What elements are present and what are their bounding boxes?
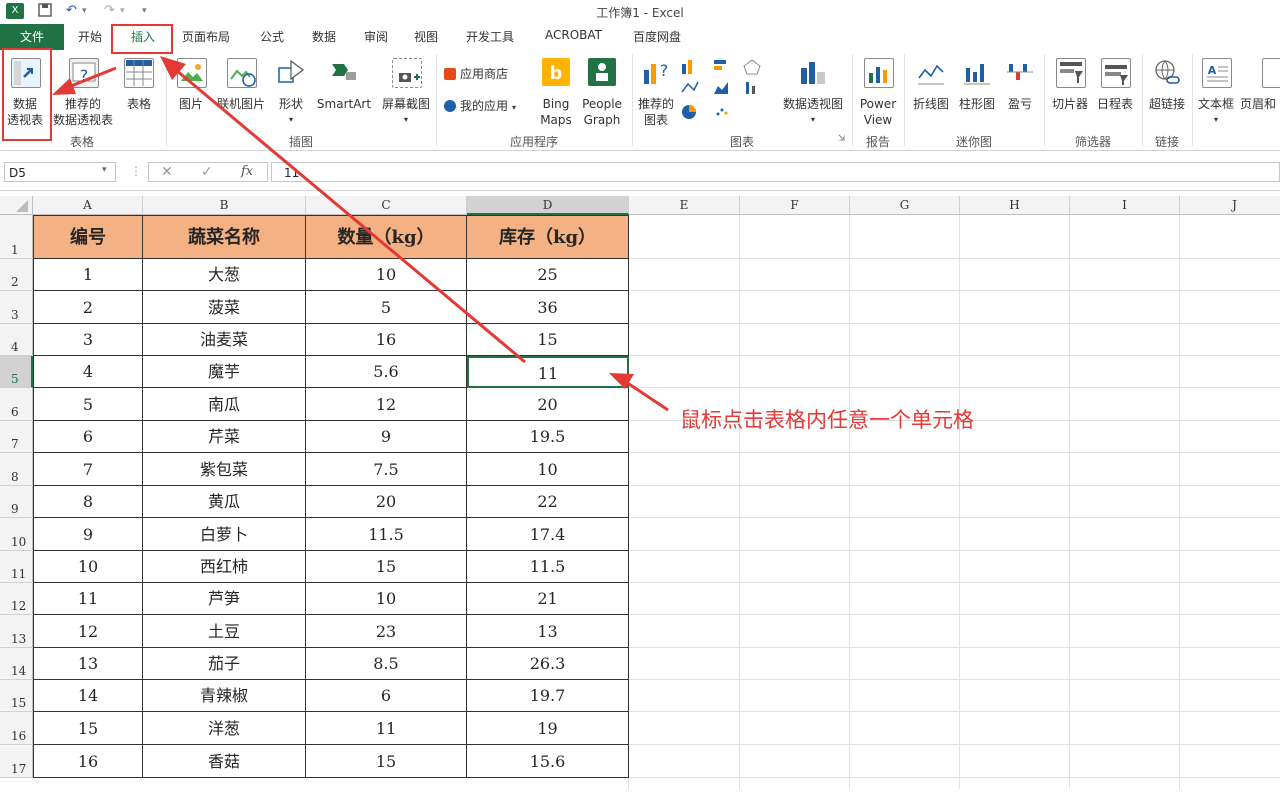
arrow-to-insert-tab — [175, 68, 526, 364]
arrow-to-selected-cell — [625, 380, 669, 412]
annotation-arrows — [52, 56, 669, 412]
annotation-text: 鼠标点击表格内任意一个单元格 — [680, 408, 974, 432]
arrow-to-pivot-button — [65, 66, 117, 90]
